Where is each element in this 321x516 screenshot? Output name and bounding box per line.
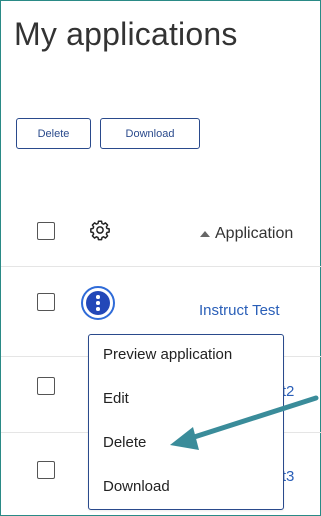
download-button[interactable]: Download xyxy=(100,118,200,149)
more-actions-button[interactable] xyxy=(81,286,115,320)
menu-item-preview-application[interactable]: Preview application xyxy=(103,346,232,363)
row-checkbox[interactable] xyxy=(37,293,55,311)
gear-icon[interactable] xyxy=(89,219,111,241)
menu-item-edit[interactable]: Edit xyxy=(103,390,129,407)
select-all-checkbox[interactable] xyxy=(37,222,55,240)
delete-button[interactable]: Delete xyxy=(16,118,91,149)
sort-ascending-icon[interactable] xyxy=(200,231,210,237)
menu-item-delete[interactable]: Delete xyxy=(103,434,146,451)
row-actions-menu: Preview application Edit Delete Download xyxy=(88,334,284,510)
application-link[interactable]: Instruct Test xyxy=(199,302,280,319)
more-vertical-icon xyxy=(86,291,110,315)
row-checkbox[interactable] xyxy=(37,461,55,479)
column-header-application[interactable]: Application xyxy=(215,225,293,243)
page-title: My applications xyxy=(14,16,238,52)
row-checkbox[interactable] xyxy=(37,377,55,395)
menu-item-download[interactable]: Download xyxy=(103,478,170,495)
row-divider xyxy=(1,266,321,267)
